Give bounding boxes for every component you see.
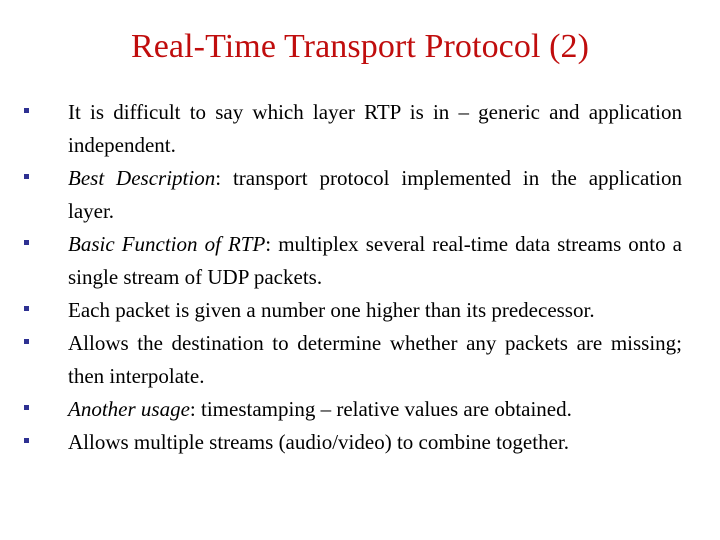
bullet-dot-icon	[24, 306, 29, 311]
slide-canvas: Real-Time Transport Protocol (2) It is d…	[0, 0, 720, 540]
list-item-text: Best Description: transport protocol imp…	[68, 162, 682, 228]
list-item-body: Allows multiple streams (audio/video) to…	[68, 430, 569, 454]
list-item[interactable]: Basic Function of RTP: multiplex several…	[0, 228, 720, 294]
list-item-text: Another usage: timestamping – relative v…	[68, 393, 682, 426]
list-item-text: Basic Function of RTP: multiplex several…	[68, 228, 682, 294]
bullet-dot-icon	[24, 240, 29, 245]
bullet-list: It is difficult to say which layer RTP i…	[0, 96, 720, 459]
list-item-text: Allows the destination to determine whet…	[68, 327, 682, 393]
list-item-text: Each packet is given a number one higher…	[68, 294, 682, 327]
list-item[interactable]: It is difficult to say which layer RTP i…	[0, 96, 720, 162]
page-title: Real-Time Transport Protocol (2)	[130, 28, 590, 65]
list-item[interactable]: Each packet is given a number one higher…	[0, 294, 720, 327]
list-item-body: Each packet is given a number one higher…	[68, 298, 595, 322]
list-item[interactable]: Allows multiple streams (audio/video) to…	[0, 426, 720, 459]
list-item-text: Allows multiple streams (audio/video) to…	[68, 426, 682, 459]
list-item[interactable]: Another usage: timestamping – relative v…	[0, 393, 720, 426]
list-item-lead: Best Description	[68, 166, 216, 190]
list-item[interactable]: Best Description: transport protocol imp…	[0, 162, 720, 228]
list-item-lead: Basic Function of RTP	[68, 232, 266, 256]
list-item[interactable]: Allows the destination to determine whet…	[0, 327, 720, 393]
bullet-dot-icon	[24, 405, 29, 410]
bullet-dot-icon	[24, 339, 29, 344]
list-item-text: It is difficult to say which layer RTP i…	[68, 96, 682, 162]
bullet-dot-icon	[24, 438, 29, 443]
list-item-lead: Another usage	[68, 397, 190, 421]
list-item-body: It is difficult to say which layer RTP i…	[68, 100, 682, 157]
bullet-dot-icon	[24, 174, 29, 179]
bullet-dot-icon	[24, 108, 29, 113]
list-item-body: Allows the destination to determine whet…	[68, 331, 682, 388]
list-item-body: timestamping – relative values are obtai…	[195, 397, 572, 421]
